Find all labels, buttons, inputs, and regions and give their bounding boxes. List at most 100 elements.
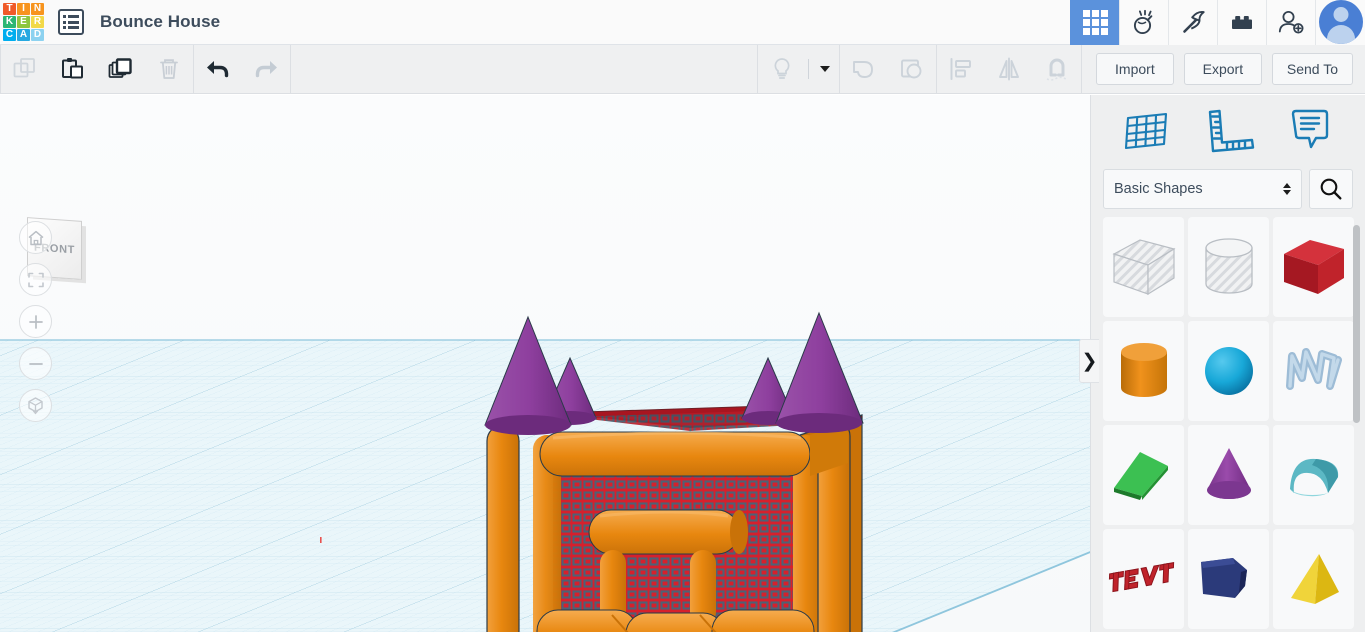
pickaxe-glyph — [1183, 11, 1205, 33]
import-button[interactable]: Import — [1095, 53, 1174, 85]
ungroup-icon — [900, 59, 922, 79]
tinkercad-logo[interactable]: T I N K E R C A D — [0, 0, 46, 45]
light-bulb-button[interactable] — [758, 45, 806, 94]
delete-button[interactable] — [145, 45, 193, 94]
roof-thumb — [1113, 452, 1168, 500]
scribble-shape[interactable] — [1273, 321, 1354, 421]
roof-shape[interactable] — [1103, 425, 1184, 525]
bounce-house-model[interactable] — [0, 95, 1090, 632]
zoom-out-button[interactable] — [19, 347, 52, 380]
top-beam — [539, 431, 811, 477]
send-to-button[interactable]: Send To — [1271, 53, 1353, 85]
pickaxe-icon[interactable] — [1168, 0, 1217, 45]
text-thumb — [1108, 562, 1174, 593]
pyramid-shape[interactable] — [1273, 529, 1354, 629]
home-view-button[interactable] — [19, 221, 52, 254]
shape-category-select[interactable]: Basic Shapes — [1103, 169, 1302, 209]
undo-button[interactable] — [194, 45, 242, 94]
box-hole-thumb — [1111, 239, 1176, 296]
clipboard-tool-group — [1, 45, 193, 94]
duplicate-icon — [108, 58, 132, 78]
cylinder-shape[interactable] — [1103, 321, 1184, 421]
file-actions: Import Export Send To — [1082, 53, 1365, 85]
corner-tube-left — [486, 424, 520, 632]
snap-magnet-button[interactable] — [1033, 45, 1081, 94]
sphere-shape[interactable] — [1188, 321, 1269, 421]
logo-letter: T — [3, 2, 16, 15]
paste-button[interactable] — [49, 45, 97, 94]
round-roof-shape[interactable] — [1273, 425, 1354, 525]
add-user-icon[interactable] — [1266, 0, 1315, 45]
mirror-button[interactable] — [985, 45, 1033, 94]
light-dropdown-button[interactable] — [811, 45, 839, 94]
logo-letter: C — [3, 29, 16, 42]
shapes-scrollbar[interactable] — [1353, 225, 1360, 625]
ortho-perspective-button[interactable] — [19, 389, 52, 422]
copy-button[interactable] — [1, 45, 49, 94]
ruler-tool[interactable] — [1187, 106, 1269, 154]
fit-to-view-button[interactable] — [19, 263, 52, 296]
text-shape[interactable] — [1103, 529, 1184, 629]
3d-viewport[interactable]: FRONT — [0, 95, 1090, 632]
cylinder-thumb — [1120, 343, 1167, 397]
magnet-icon — [1046, 58, 1067, 81]
chevron-down-icon — [819, 66, 830, 72]
box-shape[interactable] — [1273, 217, 1354, 317]
lego-brick-icon[interactable] — [1217, 0, 1266, 45]
box-thumb — [1283, 240, 1344, 294]
tinkercad-app: T I N K E R C A D Bounce House Import Ex… — [0, 0, 1365, 632]
spinner-icon — [1283, 183, 1291, 195]
header-actions — [1070, 0, 1365, 45]
group-button[interactable] — [840, 45, 888, 94]
align-button[interactable] — [937, 45, 985, 94]
pyramid-thumb — [1290, 554, 1339, 604]
search-button[interactable] — [1309, 169, 1353, 209]
avatar[interactable] — [1315, 0, 1365, 45]
search-icon — [1320, 178, 1342, 200]
door-crossbar — [588, 509, 740, 555]
codeblocks-glyph — [1133, 9, 1153, 35]
codeblocks-icon[interactable] — [1119, 0, 1168, 45]
minus-icon — [28, 362, 43, 365]
shapes-scrollbar-thumb[interactable] — [1353, 225, 1360, 423]
mirror-icon — [998, 57, 1019, 81]
group-icon — [852, 61, 873, 78]
page-title[interactable]: Bounce House — [100, 12, 220, 32]
panel-tool-tabs — [1091, 95, 1365, 165]
history-tool-group — [194, 45, 290, 94]
logo-letter: D — [31, 29, 44, 42]
redo-button[interactable] — [242, 45, 290, 94]
shapes-panel: Basic Shapes — [1090, 95, 1365, 632]
perspective-cube-icon — [28, 397, 43, 415]
avatar-image — [1318, 0, 1363, 44]
notes-tool[interactable] — [1269, 106, 1351, 154]
duplicate-button[interactable] — [97, 45, 145, 94]
shape-library-controls: Basic Shapes — [1091, 165, 1365, 213]
designs-list-icon[interactable] — [58, 9, 84, 35]
ungroup-button[interactable] — [888, 45, 936, 94]
cone-shape[interactable] — [1188, 425, 1269, 525]
undo-icon — [207, 61, 229, 78]
gallery-grid-icon[interactable] — [1070, 0, 1119, 45]
panel-collapse-button[interactable]: ❯ — [1079, 339, 1099, 383]
notes-icon — [1291, 109, 1329, 149]
cone-thumb — [1206, 448, 1251, 499]
workplane-tool[interactable] — [1105, 106, 1187, 154]
export-button[interactable]: Export — [1183, 53, 1262, 85]
home-icon — [28, 230, 43, 245]
logo-letter: N — [31, 2, 44, 15]
light-bulb-icon — [774, 58, 790, 79]
edit-toolbar: Import Export Send To — [0, 44, 1365, 94]
ruler-icon — [1208, 109, 1255, 153]
logo-letter: K — [3, 15, 16, 29]
box-hole-shape[interactable] — [1103, 217, 1184, 317]
cylinder-hole-thumb — [1204, 238, 1253, 294]
cylinder-hole-shape[interactable] — [1188, 217, 1269, 317]
lego-brick-glyph — [1232, 16, 1252, 29]
app-header: T I N K E R C A D Bounce House — [0, 0, 1365, 45]
logo-letter: R — [31, 15, 44, 29]
zoom-in-button[interactable] — [19, 305, 52, 338]
polygon-shape[interactable] — [1188, 529, 1269, 629]
paste-icon — [62, 58, 83, 79]
